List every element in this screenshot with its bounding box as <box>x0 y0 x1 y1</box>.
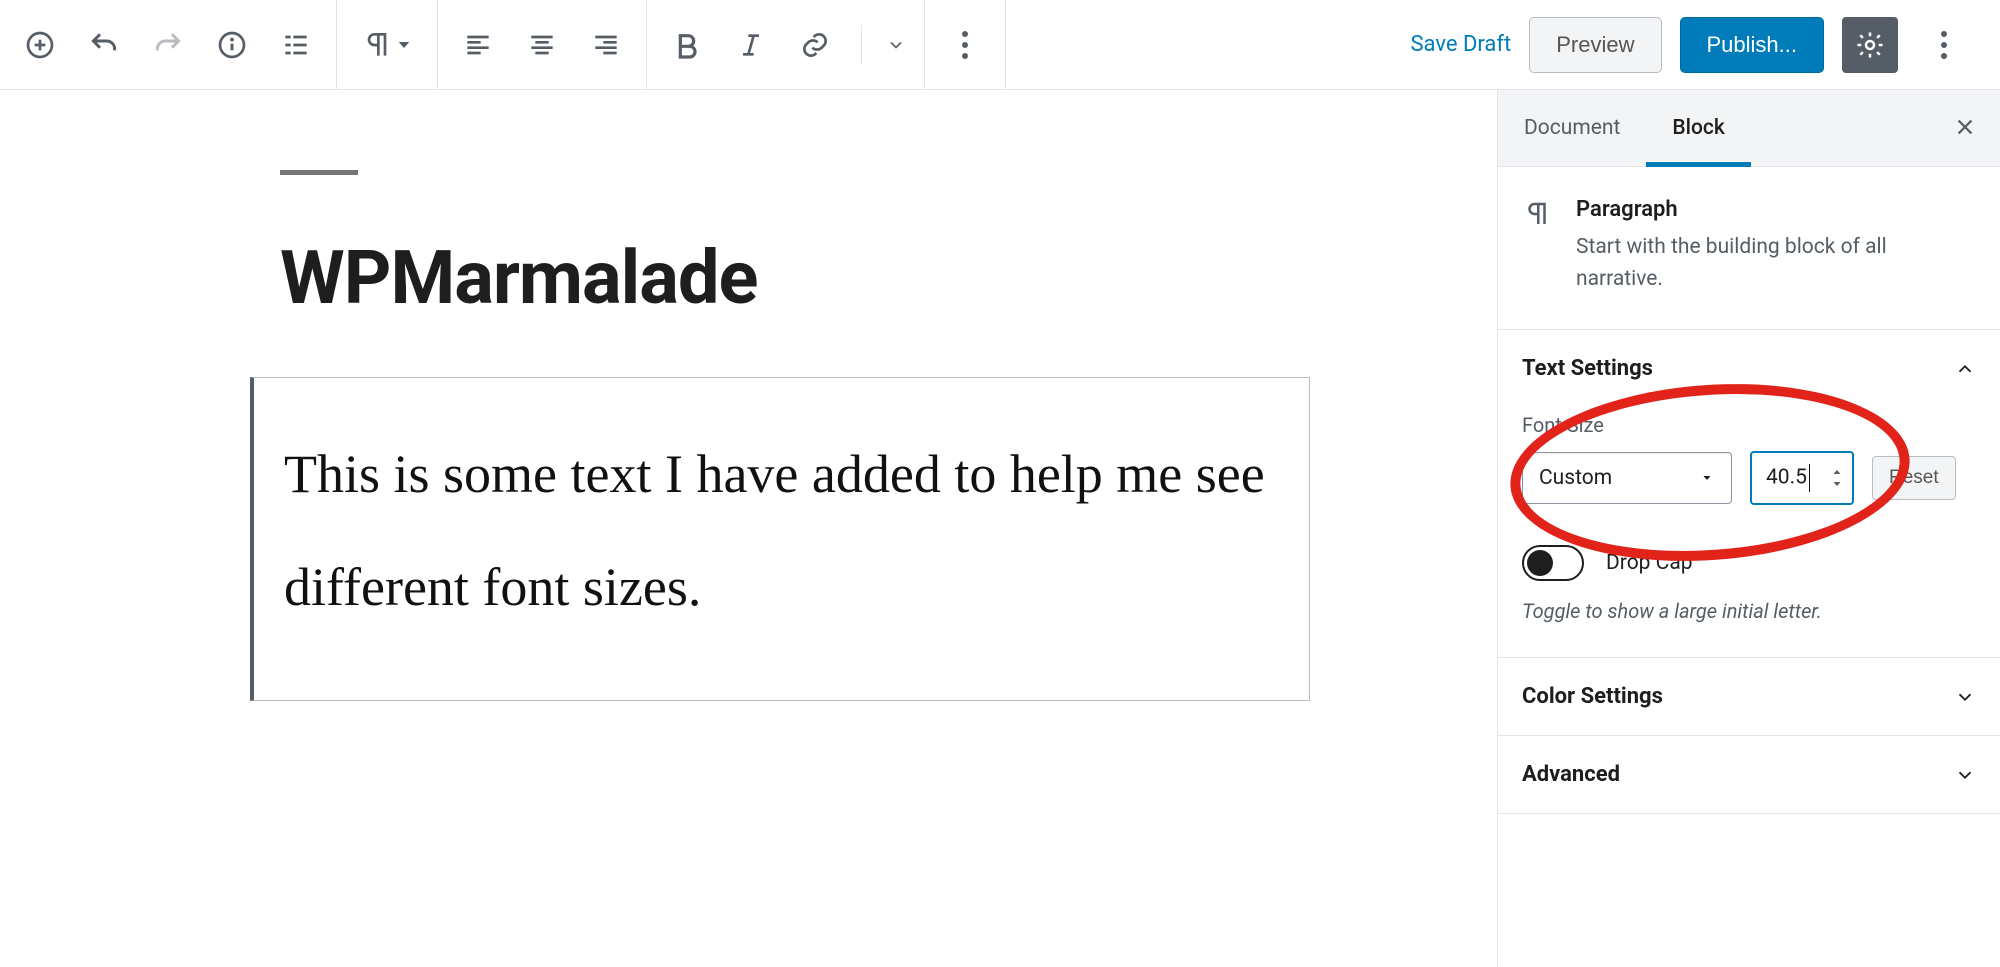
close-icon <box>1954 116 1976 138</box>
section-title: Color Settings <box>1522 684 1663 709</box>
section-header-advanced[interactable]: Advanced <box>1522 736 1976 813</box>
publish-button[interactable]: Publish... <box>1680 17 1825 73</box>
post-title[interactable]: WPMarmalade <box>250 235 1310 322</box>
gear-icon <box>1855 30 1885 60</box>
text-caret <box>1809 464 1810 492</box>
font-size-select-value: Custom <box>1539 466 1612 490</box>
section-text-settings: Text Settings Font Size Custom 40.5 <box>1498 330 2000 658</box>
section-color-settings: Color Settings <box>1498 658 2000 736</box>
align-right-button[interactable] <box>574 13 638 77</box>
sidebar-tabs: Document Block <box>1498 90 2000 167</box>
bold-button[interactable] <box>655 13 719 77</box>
chevron-down-icon <box>1954 764 1976 786</box>
block-panel-header: Paragraph Start with the building block … <box>1498 167 2000 330</box>
more-rich-text-button[interactable] <box>876 13 916 77</box>
align-left-button[interactable] <box>446 13 510 77</box>
section-advanced: Advanced <box>1498 736 2000 814</box>
paragraph-text[interactable]: This is some text I have added to help m… <box>284 418 1269 645</box>
kebab-icon <box>962 31 968 59</box>
drop-cap-label: Drop Cap <box>1606 551 1693 575</box>
tab-block[interactable]: Block <box>1646 90 1750 166</box>
font-size-value: 40.5 <box>1766 466 1807 490</box>
save-draft-link[interactable]: Save Draft <box>1410 32 1511 57</box>
title-kicker <box>280 170 358 175</box>
paragraph-block[interactable]: This is some text I have added to help m… <box>250 377 1310 701</box>
editor-more-button[interactable] <box>1916 17 1972 73</box>
font-size-reset-button[interactable]: Reset <box>1872 456 1956 500</box>
kebab-icon <box>1941 31 1947 59</box>
section-title: Text Settings <box>1522 356 1653 381</box>
triangle-down-icon <box>1699 472 1715 484</box>
sidebar-close-button[interactable] <box>1930 112 2000 145</box>
section-header-text-settings[interactable]: Text Settings <box>1522 330 1976 407</box>
editor-canvas: WPMarmalade This is some text I have add… <box>0 90 1497 967</box>
preview-button[interactable]: Preview <box>1529 17 1661 73</box>
block-type-desc: Start with the building block of all nar… <box>1576 232 1976 295</box>
number-spinners[interactable] <box>1830 466 1844 490</box>
settings-sidebar: Document Block Paragraph Start with the … <box>1497 90 2000 967</box>
workspace: WPMarmalade This is some text I have add… <box>0 90 2000 967</box>
pilcrow-icon <box>1522 197 1552 295</box>
toolbar-group-align <box>438 0 647 89</box>
toggle-knob <box>1527 550 1553 576</box>
font-size-label: Font Size <box>1522 413 1976 437</box>
pilcrow-icon <box>361 29 393 61</box>
toolbar-group-doc <box>0 0 337 89</box>
add-block-button[interactable] <box>8 13 72 77</box>
tab-document[interactable]: Document <box>1498 90 1646 166</box>
redo-button[interactable] <box>136 13 200 77</box>
toolbar-group-more <box>925 0 1006 89</box>
settings-button[interactable] <box>1842 17 1898 73</box>
section-title: Advanced <box>1522 762 1620 787</box>
toolbar-group-format <box>647 0 925 89</box>
toolbar-right: Save Draft Preview Publish... <box>1410 0 2000 89</box>
font-size-select[interactable]: Custom <box>1522 452 1732 504</box>
drop-cap-help: Toggle to show a large initial letter. <box>1522 599 1976 623</box>
section-header-color-settings[interactable]: Color Settings <box>1522 658 1976 735</box>
top-toolbar: Save Draft Preview Publish... <box>0 0 2000 90</box>
block-type-title: Paragraph <box>1576 197 1976 222</box>
chevron-up-icon <box>1954 358 1976 380</box>
toolbar-group-block-type <box>337 0 438 89</box>
spinner-down-icon[interactable] <box>1830 478 1844 490</box>
text-settings-body: Font Size Custom 40.5 <box>1522 413 1976 657</box>
block-more-button[interactable] <box>933 13 997 77</box>
spinner-up-icon[interactable] <box>1830 466 1844 478</box>
toolbar-left <box>0 0 1006 89</box>
undo-button[interactable] <box>72 13 136 77</box>
link-button[interactable] <box>783 13 847 77</box>
block-type-button[interactable] <box>345 13 429 77</box>
chevron-down-icon <box>395 36 413 54</box>
chevron-down-icon <box>1954 686 1976 708</box>
italic-button[interactable] <box>719 13 783 77</box>
content-info-button[interactable] <box>200 13 264 77</box>
drop-cap-toggle[interactable] <box>1522 545 1584 581</box>
align-center-button[interactable] <box>510 13 574 77</box>
separator <box>861 25 862 65</box>
font-size-number-input[interactable]: 40.5 <box>1750 451 1854 505</box>
block-nav-button[interactable] <box>264 13 328 77</box>
